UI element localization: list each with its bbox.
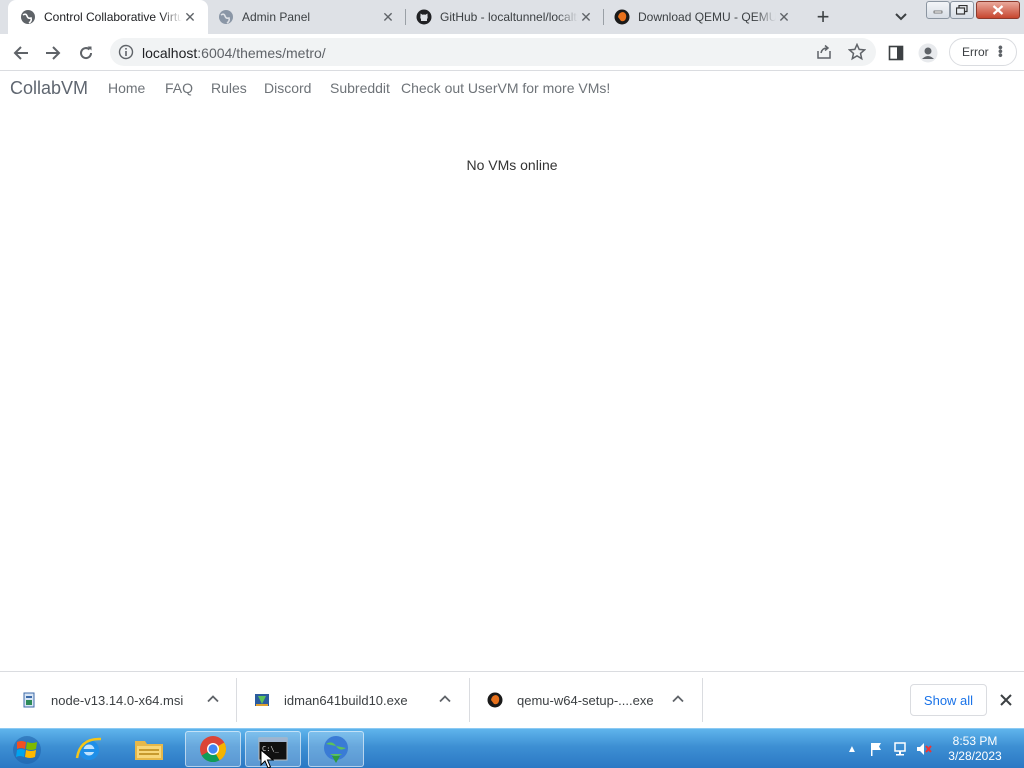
windows-taskbar: C:\_ ▲ 8:53 PM 3/28/2023 — [0, 728, 1024, 768]
url-text: localhost:6004/themes/metro/ — [142, 45, 326, 61]
arrow-left-icon — [13, 46, 28, 60]
arrow-right-icon — [46, 46, 61, 60]
side-panel-button[interactable] — [883, 40, 909, 66]
error-label: Error — [962, 45, 989, 59]
download-filename: idman641build10.exe — [284, 692, 408, 708]
download-filename: qemu-w64-setup-....exe — [517, 692, 654, 708]
nav-link-rules[interactable]: Rules — [211, 80, 247, 96]
globe-icon — [20, 9, 36, 25]
info-icon[interactable] — [118, 44, 134, 60]
idm-installer-icon — [255, 694, 269, 706]
taskbar-chrome[interactable] — [185, 731, 241, 767]
site-brand[interactable]: CollabVM — [10, 78, 88, 99]
downloads-bar: node-v13.14.0-x64.msi idman641build10.ex… — [0, 671, 1024, 728]
url-host: localhost — [142, 45, 198, 61]
network-icon[interactable] — [892, 741, 908, 757]
minimize-button[interactable] — [926, 1, 950, 19]
show-all-downloads-button[interactable]: Show all — [910, 684, 987, 716]
nav-link-home[interactable]: Home — [108, 80, 145, 96]
close-icon[interactable]: ✕ — [776, 9, 792, 25]
github-icon — [416, 9, 432, 25]
close-icon[interactable] — [998, 692, 1014, 708]
close-icon[interactable]: ✕ — [578, 9, 594, 25]
download-divider — [469, 678, 470, 722]
tab-qemu[interactable]: Download QEMU - QEMU ✕ — [602, 0, 802, 34]
chrome-icon — [200, 736, 227, 763]
download-item[interactable]: node-v13.14.0-x64.msi — [21, 678, 236, 722]
browser-toolbar: localhost:6004/themes/metro/ Error ••• — [0, 34, 1024, 71]
volume-muted-icon[interactable] — [916, 741, 932, 757]
chevron-up-icon[interactable] — [438, 692, 452, 706]
tab-search-button[interactable] — [889, 5, 913, 29]
clock-date: 3/28/2023 — [948, 749, 1002, 763]
close-icon — [992, 5, 1004, 15]
nav-link-uservm[interactable]: Check out UserVM for more VMs! — [401, 80, 610, 96]
error-menu-button[interactable]: Error ••• — [949, 38, 1017, 66]
tab-collabvm[interactable]: Control Collaborative Virtual Machines ✕ — [8, 0, 208, 34]
url-path: :6004/themes/metro/ — [197, 45, 326, 61]
globe-icon — [218, 9, 234, 25]
tab-admin-panel[interactable]: Admin Panel ✕ — [206, 0, 406, 34]
chevron-up-icon[interactable] — [206, 692, 220, 706]
forward-button[interactable] — [40, 40, 66, 66]
kebab-menu-icon: ••• — [993, 45, 1009, 57]
idm-globe-icon — [324, 736, 348, 763]
close-window-button[interactable] — [976, 1, 1020, 19]
chevron-up-icon[interactable] — [671, 692, 685, 706]
nav-link-subreddit[interactable]: Subreddit — [330, 80, 390, 96]
system-tray: ▲ — [844, 729, 940, 768]
tab-title: Control Collaborative Virtual Machines — [44, 10, 182, 24]
address-bar[interactable]: localhost:6004/themes/metro/ — [110, 38, 876, 66]
close-icon[interactable]: ✕ — [380, 9, 396, 25]
taskbar-internet-download-manager[interactable] — [308, 731, 364, 767]
tab-strip: Control Collaborative Virtual Machines ✕… — [0, 0, 1024, 34]
share-icon[interactable] — [816, 44, 832, 60]
internet-explorer-icon — [75, 737, 102, 760]
reload-button[interactable] — [73, 40, 99, 66]
new-tab-button[interactable]: + — [811, 5, 835, 29]
restore-icon — [956, 5, 968, 15]
minimize-icon — [933, 10, 943, 14]
msi-installer-icon — [23, 692, 35, 708]
nav-link-discord[interactable]: Discord — [264, 80, 311, 96]
reload-icon — [80, 46, 93, 60]
mouse-cursor-icon — [260, 749, 274, 768]
download-divider — [702, 678, 703, 722]
close-icon[interactable]: ✕ — [182, 9, 198, 25]
tab-title: Admin Panel — [242, 10, 311, 24]
windows-logo-icon — [13, 735, 41, 764]
tab-title: GitHub - localtunnel/localtunnel — [440, 10, 578, 24]
action-center-flag-icon[interactable] — [868, 741, 884, 757]
download-item[interactable]: qemu-w64-setup-....exe — [487, 678, 702, 722]
tab-title: Download QEMU - QEMU — [638, 10, 776, 24]
site-navbar: CollabVM Home FAQ Rules Discord Subreddi… — [0, 72, 1024, 106]
qemu-icon — [487, 692, 503, 708]
avatar-icon — [918, 43, 938, 63]
tab-github[interactable]: GitHub - localtunnel/localtunnel ✕ — [404, 0, 604, 34]
qemu-icon — [614, 9, 630, 25]
taskbar-clock[interactable]: 8:53 PM 3/28/2023 — [940, 734, 1010, 764]
taskbar-internet-explorer[interactable] — [61, 731, 117, 767]
download-item[interactable]: idman641build10.exe — [254, 678, 469, 722]
back-button[interactable] — [8, 40, 34, 66]
start-button[interactable] — [8, 733, 46, 766]
side-panel-icon — [888, 45, 904, 61]
chevron-down-icon — [895, 13, 907, 21]
clock-time: 8:53 PM — [952, 734, 998, 748]
folder-icon — [135, 741, 163, 760]
vm-list-empty-message: No VMs online — [466, 157, 558, 173]
show-hidden-icons-icon[interactable]: ▲ — [844, 741, 860, 757]
download-filename: node-v13.14.0-x64.msi — [51, 692, 184, 708]
profile-button[interactable] — [915, 40, 941, 66]
taskbar-file-explorer[interactable] — [121, 731, 177, 767]
restore-button[interactable] — [950, 1, 974, 19]
bookmark-star-icon[interactable] — [848, 43, 866, 61]
download-divider — [236, 678, 237, 722]
nav-link-faq[interactable]: FAQ — [165, 80, 193, 96]
